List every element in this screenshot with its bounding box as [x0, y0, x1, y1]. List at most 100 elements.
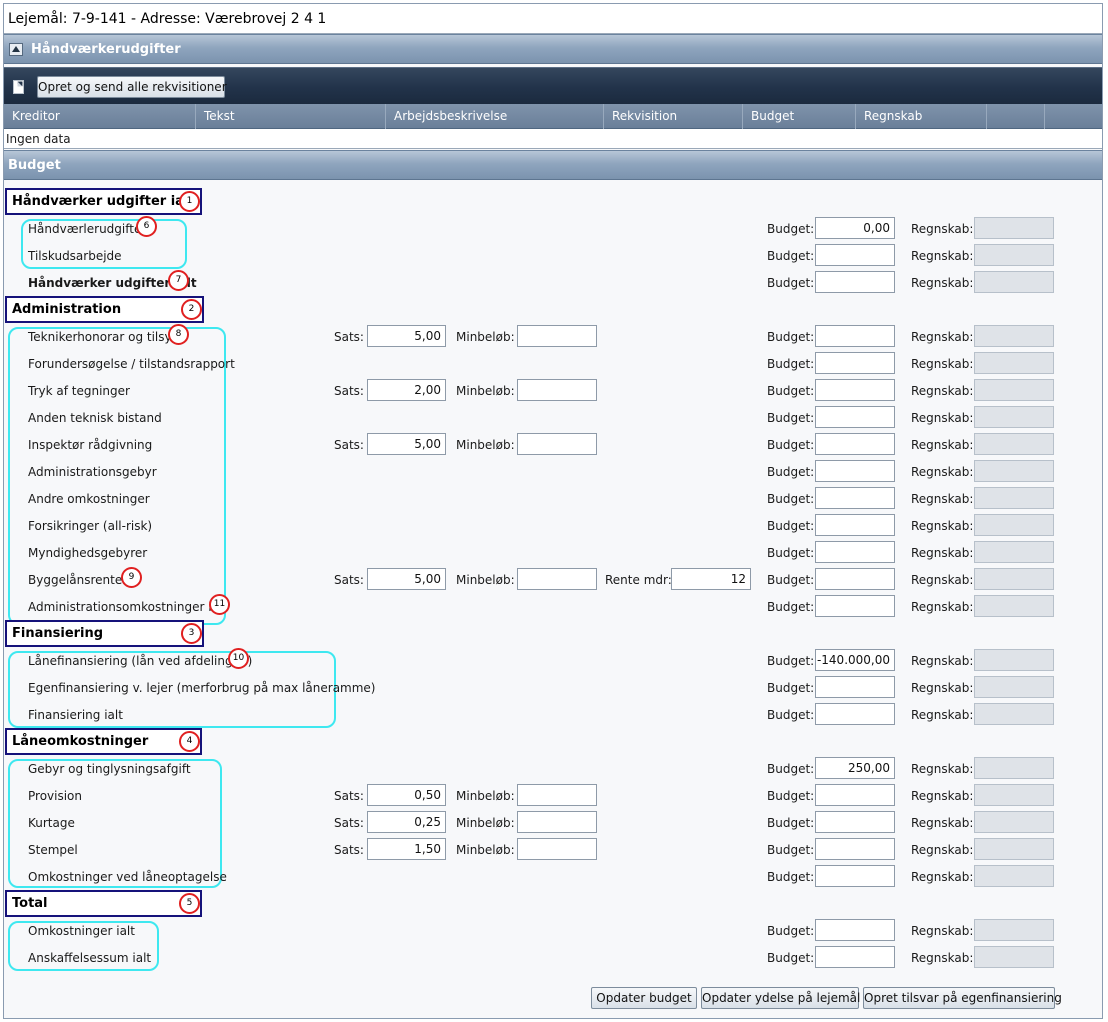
col-header-rekvisition[interactable]: Rekvisition — [604, 104, 743, 129]
budget-input-laanefinansiering-laan-ved-afdelingen[interactable]: -140.000,00 — [815, 649, 895, 671]
regnskab-field-administrationsgebyr — [974, 460, 1054, 482]
hv-toolbar: Opret og send alle rekvisitioner — [4, 67, 1102, 104]
minbelob-input-kurtage[interactable] — [517, 811, 597, 833]
create-send-all-requisitions-button[interactable]: Opret og send alle rekvisitioner — [37, 76, 227, 98]
col-header-regnskab[interactable]: Regnskab — [856, 104, 987, 129]
sats-input-stempel[interactable]: 1,50 — [367, 838, 446, 860]
sats-label: Sats: — [334, 330, 364, 344]
budget-label: Budget: — [767, 951, 815, 965]
create-offset-self-financing-button[interactable]: Opret tilsvar på egenfinansiering — [863, 987, 1062, 1009]
col-header-budget[interactable]: Budget — [743, 104, 856, 129]
update-yield-button[interactable]: Opdater ydelse på lejemål — [701, 987, 860, 1009]
new-document-icon[interactable] — [13, 80, 24, 94]
budget-label: Budget: — [767, 222, 815, 236]
window-title: Lejemål: 7-9-141 - Adresse: Værebrovej 2… — [8, 11, 327, 27]
sats-input-tryk-af-tegninger[interactable]: 2,00 — [367, 379, 446, 401]
minbelob-input-inspektoer-raadgivning[interactable] — [517, 433, 597, 455]
regnskab-field-anden-teknisk-bistand — [974, 406, 1054, 428]
budget-input-kurtage[interactable] — [815, 811, 895, 833]
regnskab-label: Regnskab: — [911, 789, 974, 803]
sats-input-inspektoer-raadgivning[interactable]: 5,00 — [367, 433, 446, 455]
row-label-anden-teknisk-bistand: Anden teknisk bistand — [28, 411, 162, 425]
row-label-inspektoer-raadgivning: Inspektør rådgivning — [28, 438, 153, 452]
budget-input-byggelaansrenter[interactable] — [815, 568, 895, 590]
group-title-finansiering: Finansiering — [5, 620, 204, 647]
budget-input-anskaffelsessum-ialt[interactable] — [815, 946, 895, 968]
minbelob-input-byggelaansrenter[interactable] — [517, 568, 597, 590]
budget-input-egenfinansiering-v-lejer-merforbrug-paa-max-laaneramme[interactable] — [815, 676, 895, 698]
col-header-arbejdsbeskrivelse[interactable]: Arbejdsbeskrivelse — [386, 104, 604, 129]
budget-input-forsikringer-all-risk[interactable] — [815, 514, 895, 536]
budget-input-forundersoegelse-tilstandsrapport[interactable] — [815, 352, 895, 374]
budget-label: Budget: — [767, 654, 815, 668]
regnskab-label: Regnskab: — [911, 816, 974, 830]
row-label-tryk-af-tegninger: Tryk af tegninger — [28, 384, 130, 398]
rente-mdr-input-byggelaansrenter[interactable]: 12 — [671, 568, 751, 590]
col-header-kreditor[interactable]: Kreditor — [4, 104, 196, 129]
collapse-arrow-icon[interactable] — [9, 43, 23, 56]
sats-input-byggelaansrenter[interactable]: 5,00 — [367, 568, 446, 590]
budget-input-administrationsgebyr[interactable] — [815, 460, 895, 482]
budget-section-title: Budget — [8, 158, 61, 173]
row-label-forsikringer-all-risk: Forsikringer (all-risk) — [28, 519, 153, 533]
budget-input-omkostninger-ved-laaneoptagelse[interactable] — [815, 865, 895, 887]
budget-input-haandvaerker-udgifter-ialt[interactable] — [815, 271, 895, 293]
budget-label: Budget: — [767, 924, 815, 938]
row-label-kurtage: Kurtage — [28, 816, 75, 830]
regnskab-label: Regnskab: — [911, 438, 974, 452]
budget-input-tryk-af-tegninger[interactable] — [815, 379, 895, 401]
col-header-tekst[interactable]: Tekst — [196, 104, 386, 129]
budget-input-inspektoer-raadgivning[interactable] — [815, 433, 895, 455]
col-header-blank-2[interactable] — [1045, 104, 1102, 129]
budget-input-myndighedsgebyrer[interactable] — [815, 541, 895, 563]
minbelob-input-provision[interactable] — [517, 784, 597, 806]
budget-input-teknikerhonorar-og-tilsyn[interactable] — [815, 325, 895, 347]
row-label-myndighedsgebyrer: Myndighedsgebyrer — [28, 546, 148, 560]
update-budget-button[interactable]: Opdater budget — [591, 987, 697, 1009]
group-title-total: Total — [5, 890, 202, 917]
regnskab-field-provision — [974, 784, 1054, 806]
sats-input-kurtage[interactable]: 0,25 — [367, 811, 446, 833]
annotation-marker-2: 2 — [181, 299, 202, 320]
row-label-finansiering-ialt: Finansiering ialt — [28, 708, 123, 722]
regnskab-label: Regnskab: — [911, 924, 974, 938]
minbelob-input-stempel[interactable] — [517, 838, 597, 860]
hv-section-title: Håndværkerudgifter — [31, 42, 181, 57]
budget-input-tilskudsarbejde[interactable] — [815, 244, 895, 266]
regnskab-field-teknikerhonorar-og-tilsyn — [974, 325, 1054, 347]
budget-label: Budget: — [767, 546, 815, 560]
budget-input-omkostninger-ialt[interactable] — [815, 919, 895, 941]
budget-input-provision[interactable] — [815, 784, 895, 806]
annotation-marker-5: 5 — [179, 893, 200, 914]
regnskab-field-forundersoegelse-tilstandsrapport — [974, 352, 1054, 374]
budget-input-gebyr-og-tinglysningsafgift[interactable]: 250,00 — [815, 757, 895, 779]
budget-input-anden-teknisk-bistand[interactable] — [815, 406, 895, 428]
annotation-marker-10: 10 — [228, 648, 249, 669]
annotation-marker-7: 7 — [168, 270, 189, 291]
regnskab-field-haandvaerlerudgifter — [974, 217, 1054, 239]
budget-input-andre-omkostninger[interactable] — [815, 487, 895, 509]
col-header-blank-1[interactable] — [987, 104, 1045, 129]
sats-input-provision[interactable]: 0,50 — [367, 784, 446, 806]
hv-section-header[interactable]: Håndværkerudgifter — [4, 34, 1102, 64]
minbelob-input-teknikerhonorar-og-tilsyn[interactable] — [517, 325, 597, 347]
budget-input-finansiering-ialt[interactable] — [815, 703, 895, 725]
regnskab-field-haandvaerker-udgifter-ialt — [974, 271, 1054, 293]
budget-label: Budget: — [767, 843, 815, 857]
minbelob-label: Minbeløb: — [456, 438, 515, 452]
budget-input-administrationsomkostninger-ialt[interactable] — [815, 595, 895, 617]
sats-label: Sats: — [334, 843, 364, 857]
budget-label: Budget: — [767, 816, 815, 830]
minbelob-input-tryk-af-tegninger[interactable] — [517, 379, 597, 401]
requisitions-grid-header: Kreditor Tekst Arbejdsbeskrivelse Rekvis… — [4, 104, 1102, 129]
budget-label: Budget: — [767, 573, 815, 587]
annotation-marker-11: 11 — [209, 594, 230, 615]
budget-input-haandvaerlerudgifter[interactable]: 0,00 — [815, 217, 895, 239]
row-label-laanefinansiering-laan-ved-afdelingen: Lånefinansiering (lån ved afdelingen) — [28, 654, 253, 668]
budget-label: Budget: — [767, 411, 815, 425]
regnskab-label: Regnskab: — [911, 654, 974, 668]
budget-input-stempel[interactable] — [815, 838, 895, 860]
grid-empty-message: Ingen data — [4, 129, 1102, 149]
regnskab-label: Regnskab: — [911, 870, 974, 884]
sats-input-teknikerhonorar-og-tilsyn[interactable]: 5,00 — [367, 325, 446, 347]
